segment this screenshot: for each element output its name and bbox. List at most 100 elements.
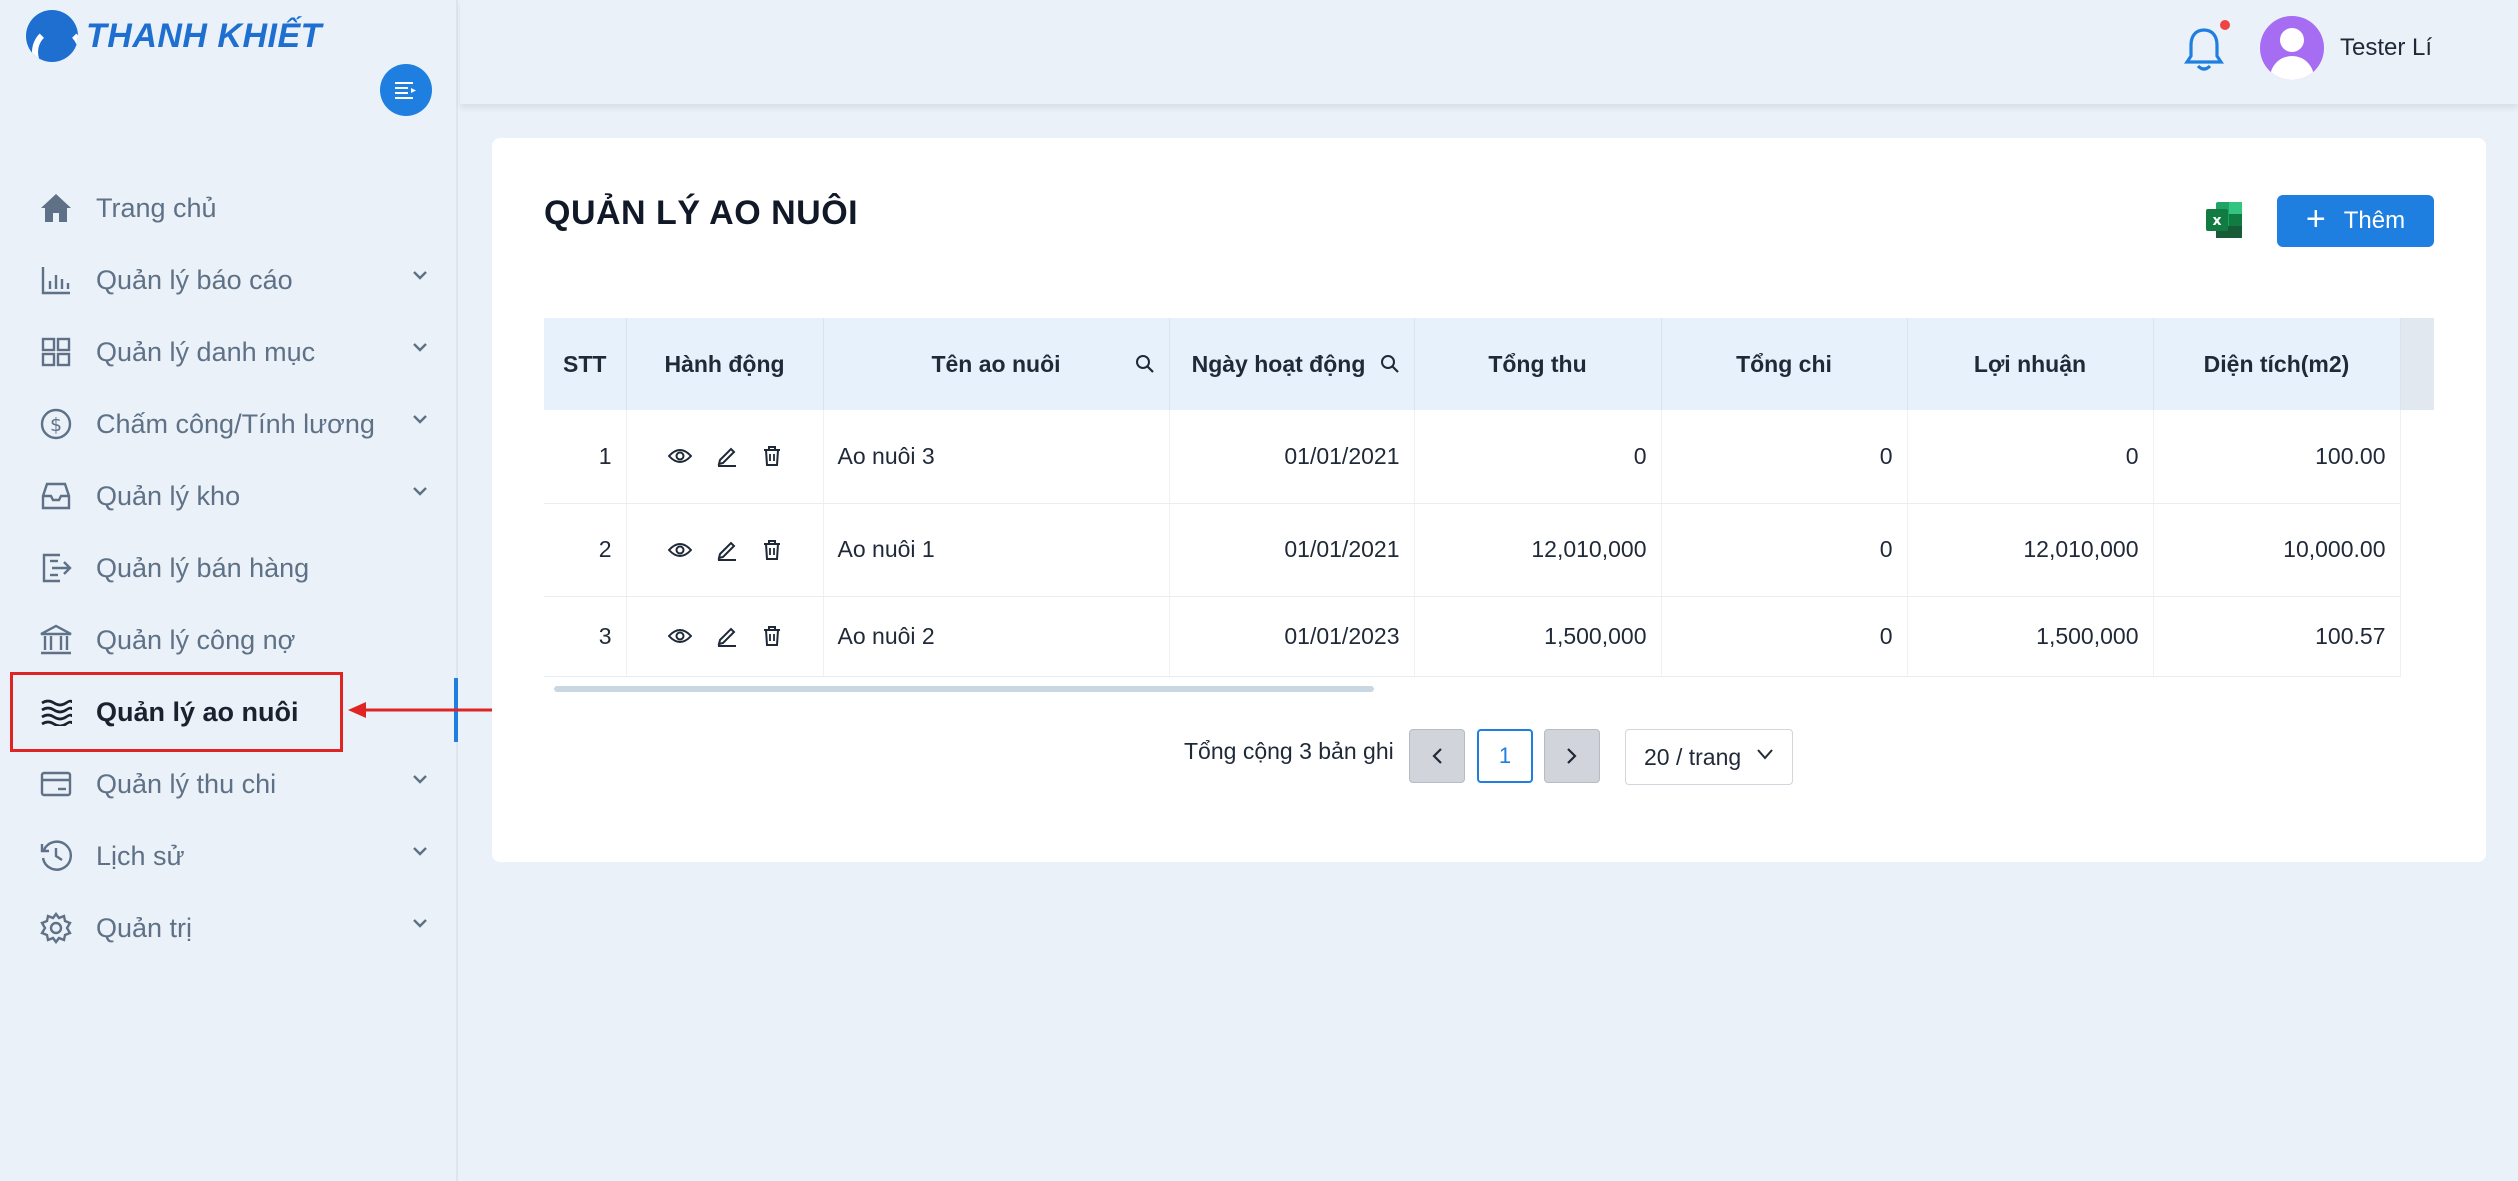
chevron-down-icon bbox=[413, 847, 427, 856]
cell-revenue: 0 bbox=[1414, 410, 1662, 504]
svg-text:x: x bbox=[2212, 213, 2221, 229]
avatar[interactable] bbox=[2260, 16, 2324, 80]
sidebar-item-cashflow[interactable]: Quản lý thu chi bbox=[0, 748, 458, 820]
cell-date: 01/01/2023 bbox=[1169, 596, 1415, 677]
total-records: Tổng cộng 3 bản ghi bbox=[1184, 738, 1394, 764]
cell-revenue: 1,500,000 bbox=[1414, 596, 1662, 677]
cell-area: 10,000.00 bbox=[2153, 503, 2401, 597]
cell-spacer bbox=[2400, 410, 2434, 503]
page-size-value: 20 / trang bbox=[1644, 743, 1742, 770]
col-expense: Tổng chi bbox=[1661, 318, 1908, 410]
excel-export-icon[interactable]: x bbox=[2204, 200, 2244, 240]
horizontal-scrollbar[interactable] bbox=[544, 680, 2434, 702]
scrollbar-thumb[interactable] bbox=[554, 686, 1374, 692]
delete-icon[interactable] bbox=[762, 445, 782, 467]
sidebar-item-label: Quản trị bbox=[96, 912, 193, 943]
cell-stt: 1 bbox=[544, 410, 627, 504]
chevron-down-icon bbox=[413, 343, 427, 352]
plus-icon: + bbox=[2305, 200, 2326, 238]
chevron-down-icon bbox=[413, 919, 427, 928]
brand-logo[interactable]: THANH KHIẾT bbox=[26, 8, 322, 64]
chevron-down-icon bbox=[413, 415, 427, 424]
view-icon[interactable] bbox=[667, 541, 692, 559]
cell-expense: 0 bbox=[1661, 503, 1908, 597]
cell-expense: 0 bbox=[1661, 596, 1908, 677]
cell-revenue: 12,010,000 bbox=[1414, 503, 1662, 597]
username[interactable]: Tester Lí bbox=[2340, 34, 2432, 62]
page-size-select[interactable]: 20 / trang bbox=[1625, 729, 1793, 785]
cell-name: Ao nuôi 3 bbox=[823, 410, 1170, 504]
search-icon[interactable] bbox=[1135, 354, 1155, 374]
table-row: 3 Ao nuôi 2 01/01/2023 1,500,000 0 1,500… bbox=[544, 596, 2434, 677]
brand-name: THANH KHIẾT bbox=[86, 16, 322, 55]
menu-fold-icon bbox=[395, 82, 416, 99]
page-title: QUẢN LÝ AO NUÔI bbox=[544, 194, 859, 232]
cell-expense: 0 bbox=[1661, 410, 1908, 504]
export-icon bbox=[38, 550, 74, 586]
cell-date: 01/01/2021 bbox=[1169, 503, 1415, 597]
edit-icon[interactable] bbox=[716, 539, 738, 561]
table-row: 1 Ao nuôi 3 01/01/2021 0 0 0 100.00 bbox=[544, 410, 2434, 504]
sidebar-item-warehouse[interactable]: Quản lý kho bbox=[0, 460, 458, 532]
highlight-box bbox=[10, 672, 343, 752]
sidebar-item-history[interactable]: Lịch sử bbox=[0, 820, 458, 892]
sidebar-item-debts[interactable]: Quản lý công nợ bbox=[0, 604, 458, 676]
sidebar-item-label: Quản lý kho bbox=[96, 480, 241, 511]
sidebar-item-label: Quản lý báo cáo bbox=[96, 264, 293, 295]
view-icon[interactable] bbox=[667, 447, 692, 465]
chevron-down-icon bbox=[413, 775, 427, 784]
chevron-left-icon bbox=[1432, 748, 1442, 764]
chevron-down-icon bbox=[1757, 749, 1773, 760]
sidebar-item-sales[interactable]: Quản lý bán hàng bbox=[0, 532, 458, 604]
dollar-circle-icon: $ bbox=[38, 406, 74, 442]
cell-spacer bbox=[2400, 596, 2434, 676]
sidebar-item-label: Chấm công/Tính lương bbox=[96, 408, 375, 439]
bell-icon[interactable] bbox=[2182, 26, 2226, 74]
cell-area: 100.57 bbox=[2153, 596, 2401, 677]
cell-actions bbox=[626, 410, 824, 504]
sidebar: THANH KHIẾT Trang chủ Quản lý báo cáo Qu… bbox=[0, 0, 458, 1181]
cell-profit: 1,500,000 bbox=[1907, 596, 2154, 677]
table-header-row: STT Hành động Tên ao nuôi Ngày hoạt động… bbox=[544, 318, 2434, 410]
prev-page-button[interactable] bbox=[1409, 729, 1465, 783]
notification-dot bbox=[2220, 20, 2230, 30]
col-name-label: Tên ao nuôi bbox=[931, 350, 1061, 377]
col-date: Ngày hoạt động bbox=[1169, 318, 1415, 410]
col-area: Diện tích(m2) bbox=[2153, 318, 2401, 410]
cell-actions bbox=[626, 503, 824, 597]
col-fixed-spacer bbox=[2400, 318, 2434, 410]
chevron-down-icon bbox=[413, 271, 427, 280]
table-row: 2 Ao nuôi 1 01/01/2021 12,010,000 0 12,0… bbox=[544, 503, 2434, 597]
page-1-button[interactable]: 1 bbox=[1477, 729, 1533, 783]
sidebar-item-home[interactable]: Trang chủ bbox=[0, 172, 458, 244]
grid-icon bbox=[38, 334, 74, 370]
svg-text:$: $ bbox=[50, 414, 62, 436]
col-profit: Lợi nhuận bbox=[1907, 318, 2154, 410]
delete-icon[interactable] bbox=[762, 539, 782, 561]
sidebar-item-admin[interactable]: Quản trị bbox=[0, 892, 458, 964]
chevron-down-icon bbox=[413, 487, 427, 496]
col-name: Tên ao nuôi bbox=[823, 318, 1170, 410]
view-icon[interactable] bbox=[667, 627, 692, 645]
sidebar-item-categories[interactable]: Quản lý danh mục bbox=[0, 316, 458, 388]
sidebar-item-reports[interactable]: Quản lý báo cáo bbox=[0, 244, 458, 316]
cell-name: Ao nuôi 1 bbox=[823, 503, 1170, 597]
cell-profit: 0 bbox=[1907, 410, 2154, 504]
next-page-button[interactable] bbox=[1544, 729, 1600, 783]
search-icon[interactable] bbox=[1380, 354, 1400, 374]
cell-stt: 2 bbox=[544, 503, 627, 597]
edit-icon[interactable] bbox=[716, 445, 738, 468]
bank-icon bbox=[38, 622, 74, 658]
credit-card-icon bbox=[38, 766, 74, 802]
delete-icon[interactable] bbox=[762, 625, 782, 647]
cell-area: 100.00 bbox=[2153, 410, 2401, 504]
collapse-sidebar-button[interactable] bbox=[380, 64, 432, 116]
add-button[interactable]: + Thêm bbox=[2277, 195, 2434, 247]
content-card: QUẢN LÝ AO NUÔI x + Thêm STT Hành động T… bbox=[492, 138, 2486, 862]
sidebar-item-payroll[interactable]: $ Chấm công/Tính lương bbox=[0, 388, 458, 460]
cell-date: 01/01/2021 bbox=[1169, 410, 1415, 504]
sidebar-item-label: Trang chủ bbox=[96, 192, 217, 223]
edit-icon[interactable] bbox=[716, 625, 738, 647]
logo-mark-icon bbox=[26, 10, 78, 62]
col-actions: Hành động bbox=[626, 318, 824, 410]
